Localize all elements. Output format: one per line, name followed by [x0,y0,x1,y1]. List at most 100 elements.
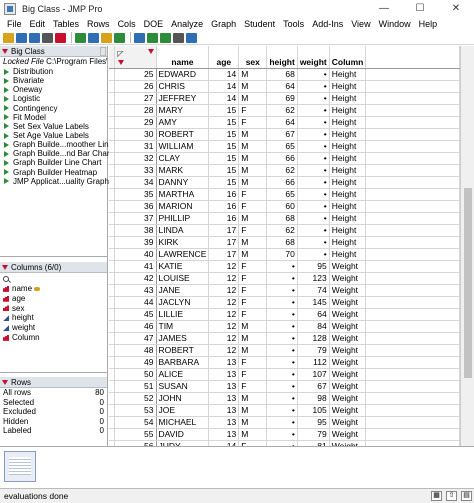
data-cell[interactable]: M [238,80,268,93]
data-cell[interactable]: CHRIS [156,80,210,93]
data-cell[interactable]: Weight [329,380,367,393]
data-cell[interactable]: M [238,428,268,441]
data-cell[interactable]: 12 [208,320,240,333]
empty-cell[interactable] [365,428,460,441]
data-cell[interactable]: • [266,368,298,381]
data-cell[interactable]: 14 [208,92,240,105]
table-row[interactable]: 35 MARTHA 16 F 65 • Height [109,188,460,201]
run-script-icon[interactable] [4,178,9,185]
data-cell[interactable]: 66 [266,176,298,189]
data-cell[interactable]: • [266,320,298,333]
data-cell[interactable]: • [297,116,330,129]
menu-window[interactable]: Window [375,17,415,31]
table-script-item[interactable]: Graph Builder Heatmap [4,168,107,177]
data-cell[interactable]: 68 [266,236,298,249]
data-cell[interactable]: • [297,224,330,237]
data-cell[interactable]: Weight [329,260,367,273]
grid-corner[interactable]: ◸ [114,46,157,69]
data-cell[interactable]: 15 [208,152,240,165]
data-cell[interactable]: Weight [329,404,367,417]
row-number[interactable]: 51 [114,380,157,393]
data-cell[interactable]: 12 [208,344,240,357]
run-script-icon[interactable] [4,132,9,139]
data-cell[interactable]: 14 [208,80,240,93]
data-cell[interactable]: M [238,344,268,357]
table-row[interactable]: 40 LAWRENCE 17 M 70 • Height [109,248,460,261]
menu-tables[interactable]: Tables [49,17,83,31]
row-number[interactable]: 27 [114,92,157,105]
data-cell[interactable]: KATIE [156,260,210,273]
row-number[interactable]: 48 [114,344,157,357]
empty-cell[interactable] [365,416,460,429]
data-cell[interactable]: MARK [156,164,210,177]
table-script-item[interactable]: Oneway [4,85,107,94]
data-cell[interactable]: Height [329,104,367,117]
table-row[interactable]: 30 ROBERT 15 M 67 • Height [109,128,460,141]
data-cell[interactable]: 105 [297,404,330,417]
table-row[interactable]: 45 LILLIE 12 F • 64 Weight [109,308,460,321]
run-script-icon[interactable] [4,141,9,148]
data-cell[interactable]: Weight [329,416,367,429]
data-cell[interactable]: Weight [329,392,367,405]
data-cell[interactable]: F [238,296,268,309]
table-row[interactable]: 54 MICHAEL 13 M • 95 Weight [109,416,460,429]
data-cell[interactable]: 12 [208,308,240,321]
menu-add-ins[interactable]: Add-Ins [308,17,347,31]
data-cell[interactable]: TIM [156,320,210,333]
data-cell[interactable]: • [297,212,330,225]
table-row[interactable]: 42 LOUISE 12 F • 123 Weight [109,272,460,285]
run-script-icon[interactable] [4,68,9,75]
data-cell[interactable]: • [297,248,330,261]
data-cell[interactable]: 70 [266,248,298,261]
data-cell[interactable]: M [238,152,268,165]
run-script-icon[interactable] [4,159,9,166]
panel-scroll-icon[interactable] [100,47,106,56]
data-cell[interactable]: 123 [297,272,330,285]
empty-cell[interactable] [365,356,460,369]
empty-cell[interactable] [365,308,460,321]
empty-cell[interactable] [365,92,460,105]
data-cell[interactable]: • [297,128,330,141]
data-cell[interactable]: 66 [266,152,298,165]
data-cell[interactable]: WILLIAM [156,140,210,153]
toolbar-button-icon[interactable] [186,32,197,43]
data-cell[interactable]: M [238,176,268,189]
column-search[interactable] [0,273,107,284]
table-script-item[interactable]: Logistic [4,94,107,103]
red-triangle-menu-icon[interactable] [2,48,8,54]
data-cell[interactable]: • [266,344,298,357]
data-cell[interactable]: ROBERT [156,344,210,357]
data-cell[interactable]: • [297,176,330,189]
toolbar-button-icon[interactable] [114,32,125,43]
row-number[interactable]: 44 [114,296,157,309]
column-list-item[interactable]: age [0,294,107,304]
data-cell[interactable]: F [238,224,268,237]
data-cell[interactable]: DANNY [156,176,210,189]
data-cell[interactable]: Height [329,152,367,165]
table-script-item[interactable]: Fit Model [4,113,107,122]
data-cell[interactable]: Height [329,188,367,201]
run-script-icon[interactable] [4,86,9,93]
data-cell[interactable]: 107 [297,368,330,381]
data-cell[interactable]: 79 [297,428,330,441]
data-cell[interactable]: 68 [266,212,298,225]
empty-cell[interactable] [365,296,460,309]
data-cell[interactable]: 74 [297,284,330,297]
table-row[interactable]: 43 JANE 12 F • 74 Weight [109,284,460,297]
data-cell[interactable]: 15 [208,164,240,177]
row-number[interactable]: 53 [114,404,157,417]
rows-red-triangle-icon[interactable] [118,59,125,65]
data-cell[interactable]: Weight [329,344,367,357]
data-cell[interactable]: AMY [156,116,210,129]
toolbar-button-icon[interactable] [75,32,86,43]
column-header-age[interactable]: age [208,46,240,69]
table-script-item[interactable]: Set Age Value Labels [4,131,107,140]
scroll-thumb[interactable] [464,188,472,378]
data-cell[interactable]: • [297,236,330,249]
data-cell[interactable]: Height [329,224,367,237]
data-cell[interactable]: 13 [208,356,240,369]
search-icon[interactable] [3,275,9,282]
row-number[interactable]: 38 [114,224,157,237]
menu-file[interactable]: File [3,17,26,31]
table-script-item[interactable]: Bivariate [4,76,107,85]
